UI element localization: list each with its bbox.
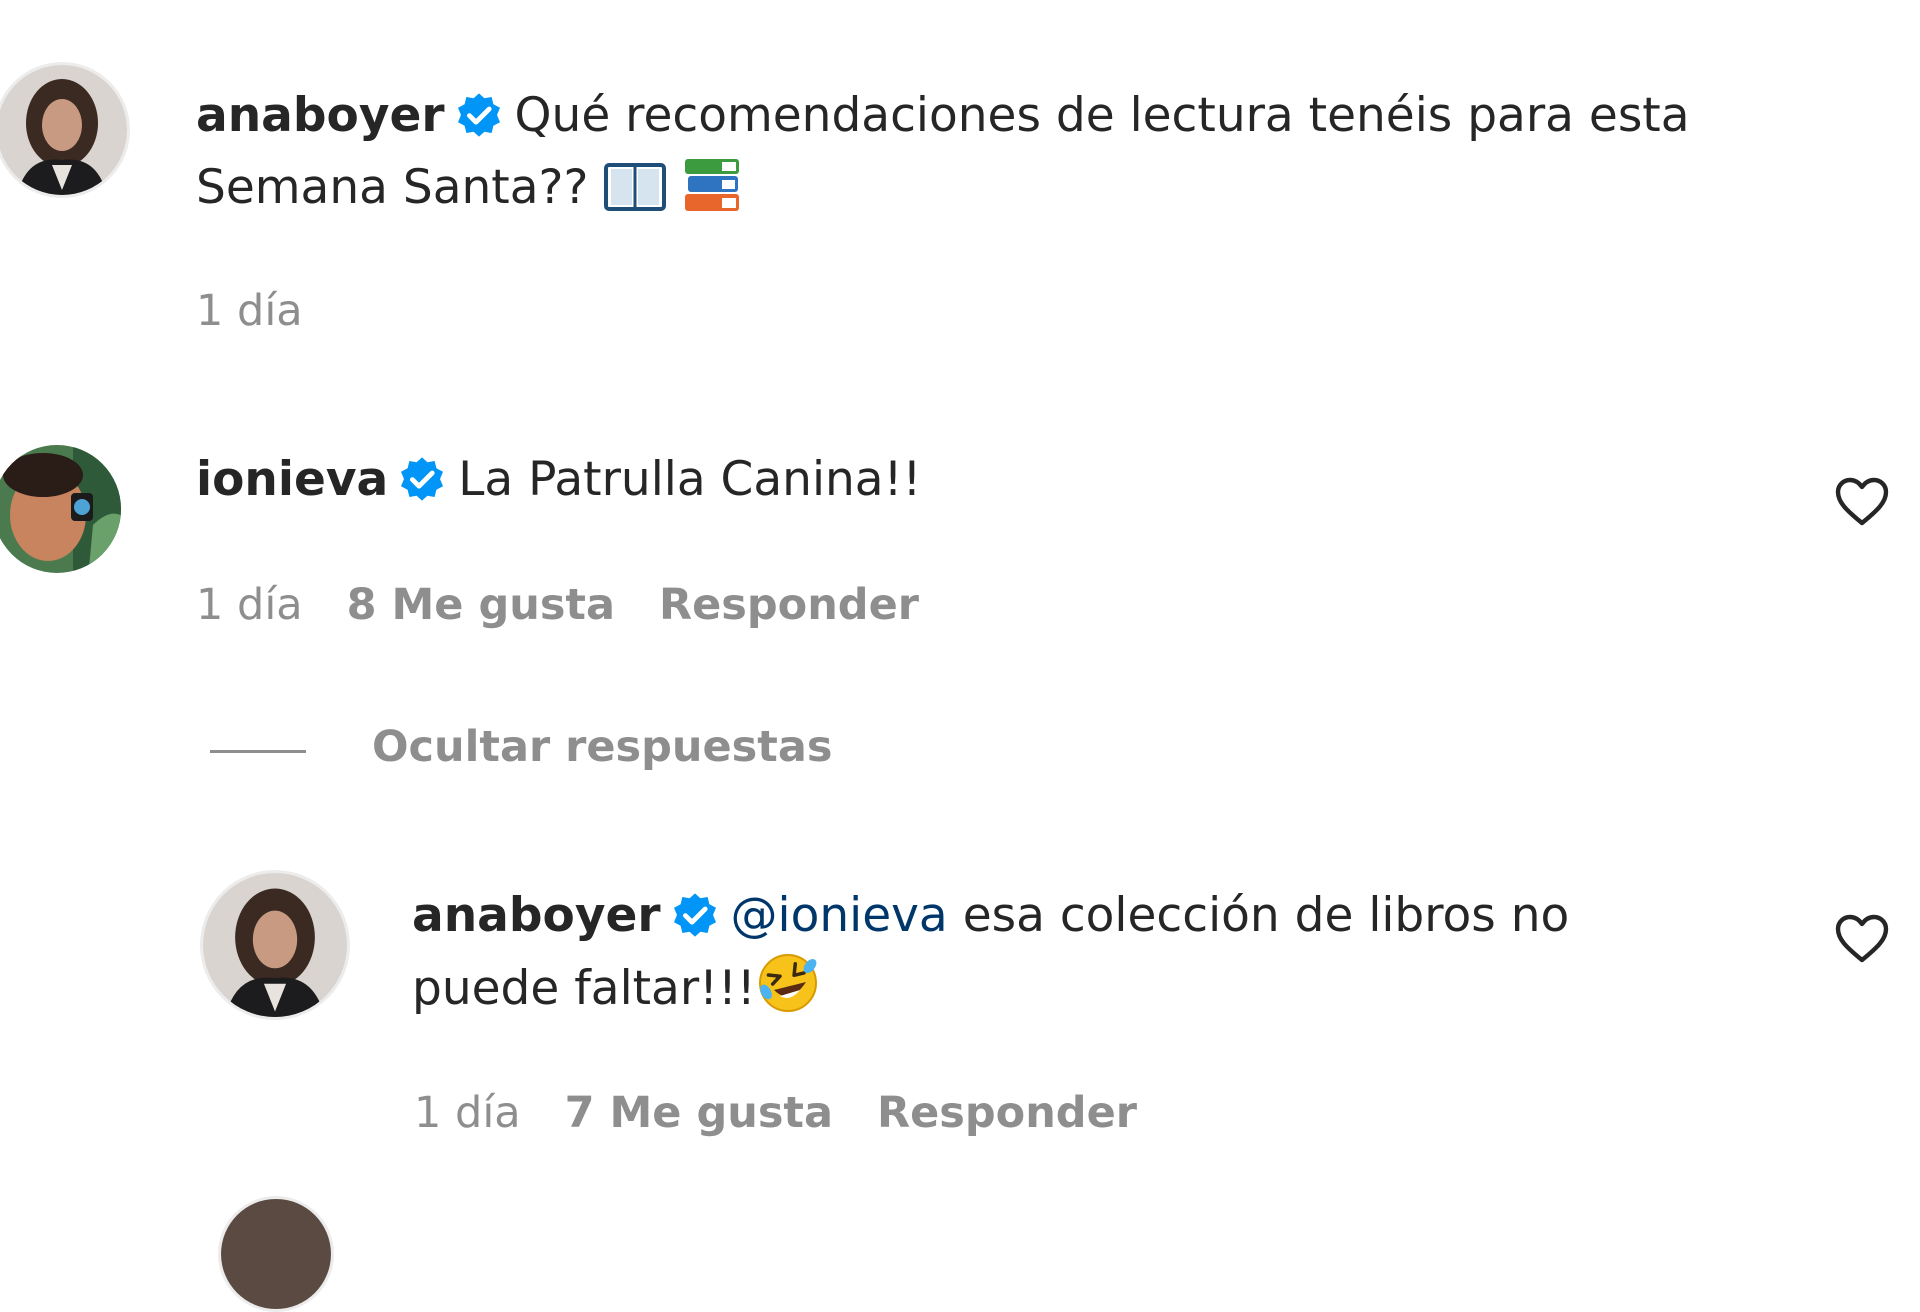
comment-time[interactable]: 1 día [196, 580, 303, 630]
reply-button[interactable]: Responder [659, 580, 919, 630]
avatar-image [221, 1199, 331, 1309]
comment-ionieva: ionieva La Patrulla Canina!! [196, 444, 1756, 516]
comment-text: La Patrulla Canina!! [458, 452, 922, 507]
like-heart-icon[interactable] [1834, 475, 1890, 527]
avatar-next[interactable] [218, 1196, 334, 1312]
verified-badge-icon [673, 893, 716, 937]
avatar-anaboyer[interactable] [0, 62, 130, 198]
comment-username[interactable]: ionieva [196, 452, 388, 507]
comment-meta: 1 día 8 Me gusta Responder [196, 580, 963, 630]
comment-time[interactable]: 1 día [196, 286, 303, 336]
avatar-ionieva[interactable] [0, 442, 124, 576]
reply-time[interactable]: 1 día [414, 1088, 521, 1138]
like-count[interactable]: 8 Me gusta [347, 580, 615, 630]
avatar-anaboyer-reply[interactable] [200, 870, 350, 1020]
like-heart-icon[interactable] [1834, 912, 1890, 964]
books-icon [685, 159, 740, 211]
verified-badge-icon [401, 457, 444, 501]
comment-meta: 1 día [196, 286, 347, 336]
reply-button[interactable]: Responder [877, 1088, 1137, 1138]
hide-replies-button[interactable]: Ocultar respuestas [372, 722, 832, 772]
mention-link[interactable]: @ionieva [731, 888, 948, 943]
avatar-image [203, 873, 347, 1017]
verified-badge-icon [457, 93, 500, 137]
rolling-laughing-face-icon [758, 954, 817, 1012]
comment-username[interactable]: anaboyer [196, 88, 445, 143]
comment-caption: anaboyer Qué recomendaciones de lectura t… [196, 80, 1816, 224]
like-count[interactable]: 7 Me gusta [565, 1088, 833, 1138]
reply-meta: 1 día 7 Me gusta Responder [414, 1088, 1181, 1138]
avatar-image [0, 445, 121, 573]
avatar-image [0, 65, 127, 195]
replies-divider [210, 750, 306, 753]
open-book-icon [604, 163, 667, 211]
reply-username[interactable]: anaboyer [412, 888, 661, 943]
reply-comment: anaboyer @ionieva esa colección de libros… [412, 880, 1712, 1025]
